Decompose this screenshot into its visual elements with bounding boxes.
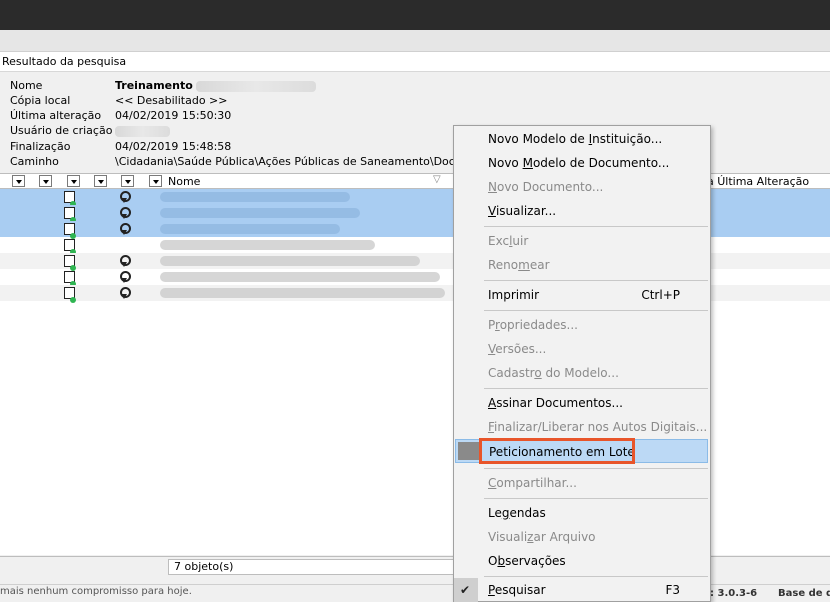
column-filter-dropdown[interactable] [39, 175, 52, 187]
menu-item-sign-documents[interactable]: Assinar Documentos... [454, 391, 710, 415]
info-row-local-copy: Cópia local << Desabilitado >> [10, 94, 228, 107]
redacted-text [160, 192, 350, 202]
panel-title: Resultado da pesquisa [0, 52, 830, 72]
document-icon [64, 239, 76, 255]
info-row-creator: Usuário de criação [10, 124, 170, 137]
database-label: Base de d [778, 588, 830, 599]
info-value: \Cidadania\Saúde Pública\Ações Públicas … [115, 155, 473, 168]
redacted-text [160, 224, 340, 234]
redacted-text [160, 288, 445, 298]
signature-seal-icon [119, 191, 131, 203]
menu-item-delete: Excluir [488, 234, 529, 248]
menu-item-new-document-model[interactable]: Novo Modelo de Documento... [454, 151, 710, 175]
info-label: Finalização [10, 140, 71, 153]
redacted-text [160, 240, 375, 250]
menu-item-share: Compartilhar... [488, 476, 577, 490]
column-filter-dropdown[interactable] [67, 175, 80, 187]
column-filter-dropdown[interactable] [149, 175, 162, 187]
menu-separator [484, 280, 708, 281]
redacted-text [160, 256, 420, 266]
column-last-change[interactable]: a Última Alteração [707, 175, 809, 188]
menu-item-new-institution-model[interactable]: Novo Modelo de Instituição... [454, 127, 710, 151]
column-filter-dropdown[interactable] [12, 175, 25, 187]
menu-item-view-file: Visualizar Arquivo [488, 530, 596, 544]
menu-item-versions: Versões... [488, 342, 547, 356]
signature-seal-icon [119, 287, 131, 299]
info-row-finalization: Finalização 04/02/2019 15:48:58 [10, 140, 231, 153]
info-value: 04/02/2019 15:48:58 [115, 140, 232, 153]
menu-item-search[interactable]: Pesquisar F3 [454, 578, 710, 602]
info-value: << Desabilitado >> [115, 94, 228, 107]
document-icon [64, 287, 76, 303]
filter-icon[interactable]: ▽ [433, 174, 441, 185]
redacted-text [160, 208, 360, 218]
info-label: Nome [10, 79, 43, 92]
menu-item-properties: Propriedades... [488, 318, 578, 332]
signature-seal-icon [119, 207, 131, 219]
menu-item-new-document: Novo Documento... [488, 180, 604, 194]
check-icon [454, 578, 478, 602]
title-bar [0, 0, 830, 30]
document-icon [64, 207, 76, 223]
menu-item-finalize-release: Finalizar/Liberar nos Autos Digitais... [488, 420, 708, 434]
column-filter-dropdown[interactable] [121, 175, 134, 187]
menu-separator [484, 498, 708, 499]
signature-seal-icon [119, 255, 131, 267]
info-value: Treinamento [115, 79, 193, 92]
status-message: mais nenhum compromisso para hoje. [0, 586, 192, 597]
menu-separator [484, 468, 708, 469]
document-icon [64, 223, 76, 239]
menu-item-legends[interactable]: Legendas [454, 501, 710, 525]
menu-item-view[interactable]: Visualizar... [454, 199, 710, 223]
signature-seal-icon [119, 271, 131, 283]
info-row-name: Nome Treinamento [10, 79, 317, 92]
menu-item-notes[interactable]: Observações [454, 549, 710, 573]
context-menu: Novo Modelo de Instituição... Novo Model… [453, 125, 711, 602]
menu-item-print[interactable]: Imprimir Ctrl+P [454, 283, 710, 307]
info-row-last-change: Última alteração 04/02/2019 15:50:30 [10, 109, 231, 122]
document-icon [64, 191, 76, 207]
menu-gutter-highlight [458, 442, 480, 460]
info-label: Usuário de criação [10, 124, 113, 137]
menu-separator [484, 226, 708, 227]
menu-separator [484, 388, 708, 389]
menu-item-model-registry: Cadastro do Modelo... [488, 366, 619, 380]
shortcut-label: Ctrl+P [641, 288, 680, 302]
redacted-text [115, 125, 170, 137]
menu-item-batch-filing[interactable]: Peticionamento em Lote [455, 438, 708, 464]
info-label: Última alteração [10, 109, 102, 122]
menu-separator [484, 576, 708, 577]
object-count: 7 objeto(s) [168, 559, 458, 575]
redacted-text [160, 272, 440, 282]
shortcut-label: F3 [665, 583, 680, 597]
column-filter-dropdown[interactable] [94, 175, 107, 187]
menu-separator [484, 310, 708, 311]
info-value: 04/02/2019 15:50:30 [115, 109, 232, 122]
version-label: : 3.0.3-6 [710, 588, 758, 599]
document-icon [64, 271, 76, 287]
redacted-text [196, 80, 317, 92]
info-label: Caminho [10, 155, 59, 168]
toolbar [0, 30, 830, 52]
document-icon [64, 255, 76, 271]
menu-item-rename: Renomear [488, 258, 550, 272]
signature-seal-icon [119, 223, 131, 235]
info-row-path: Caminho \Cidadania\Saúde Pública\Ações Pú… [10, 155, 473, 168]
info-label: Cópia local [10, 94, 71, 107]
column-name[interactable]: Nome [168, 175, 200, 188]
callout-highlight-box [479, 438, 635, 464]
